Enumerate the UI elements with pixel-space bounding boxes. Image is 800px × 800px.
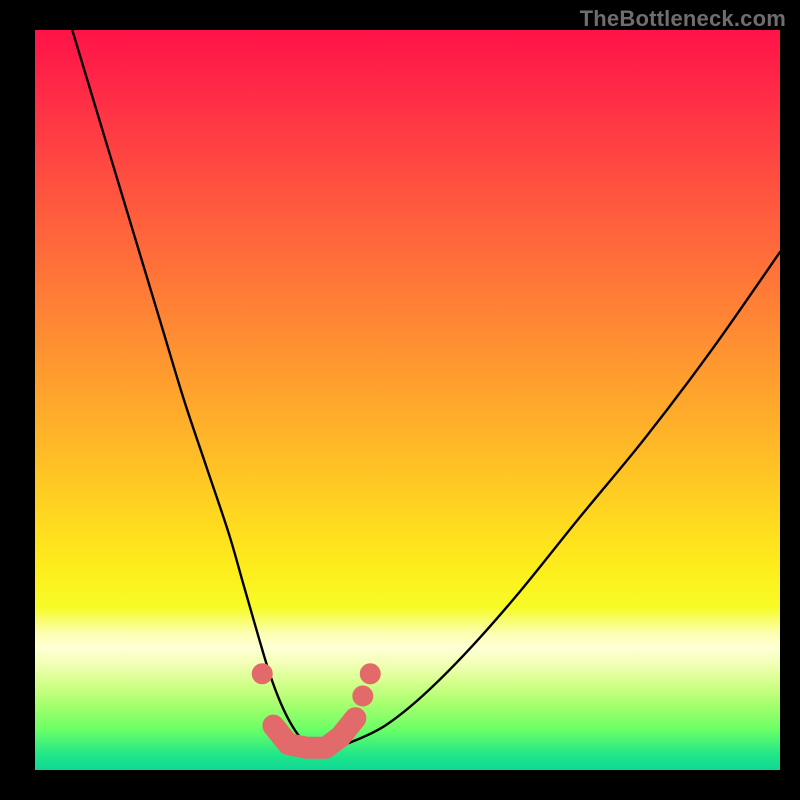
marker-layer	[252, 664, 380, 758]
watermark-text: TheBottleneck.com	[580, 6, 786, 32]
bottleneck-curve	[72, 30, 780, 749]
chart-frame: TheBottleneck.com	[0, 0, 800, 800]
marker-dot	[330, 727, 350, 747]
marker-dot	[278, 734, 298, 754]
marker-dot	[263, 716, 283, 736]
marker-dot	[252, 664, 272, 684]
marker-dot	[360, 664, 380, 684]
marker-dot	[353, 686, 373, 706]
plot-area	[35, 30, 780, 770]
chart-svg	[35, 30, 780, 770]
curve-layer	[72, 30, 780, 749]
marker-dot	[345, 708, 365, 728]
marker-dot	[297, 738, 317, 758]
